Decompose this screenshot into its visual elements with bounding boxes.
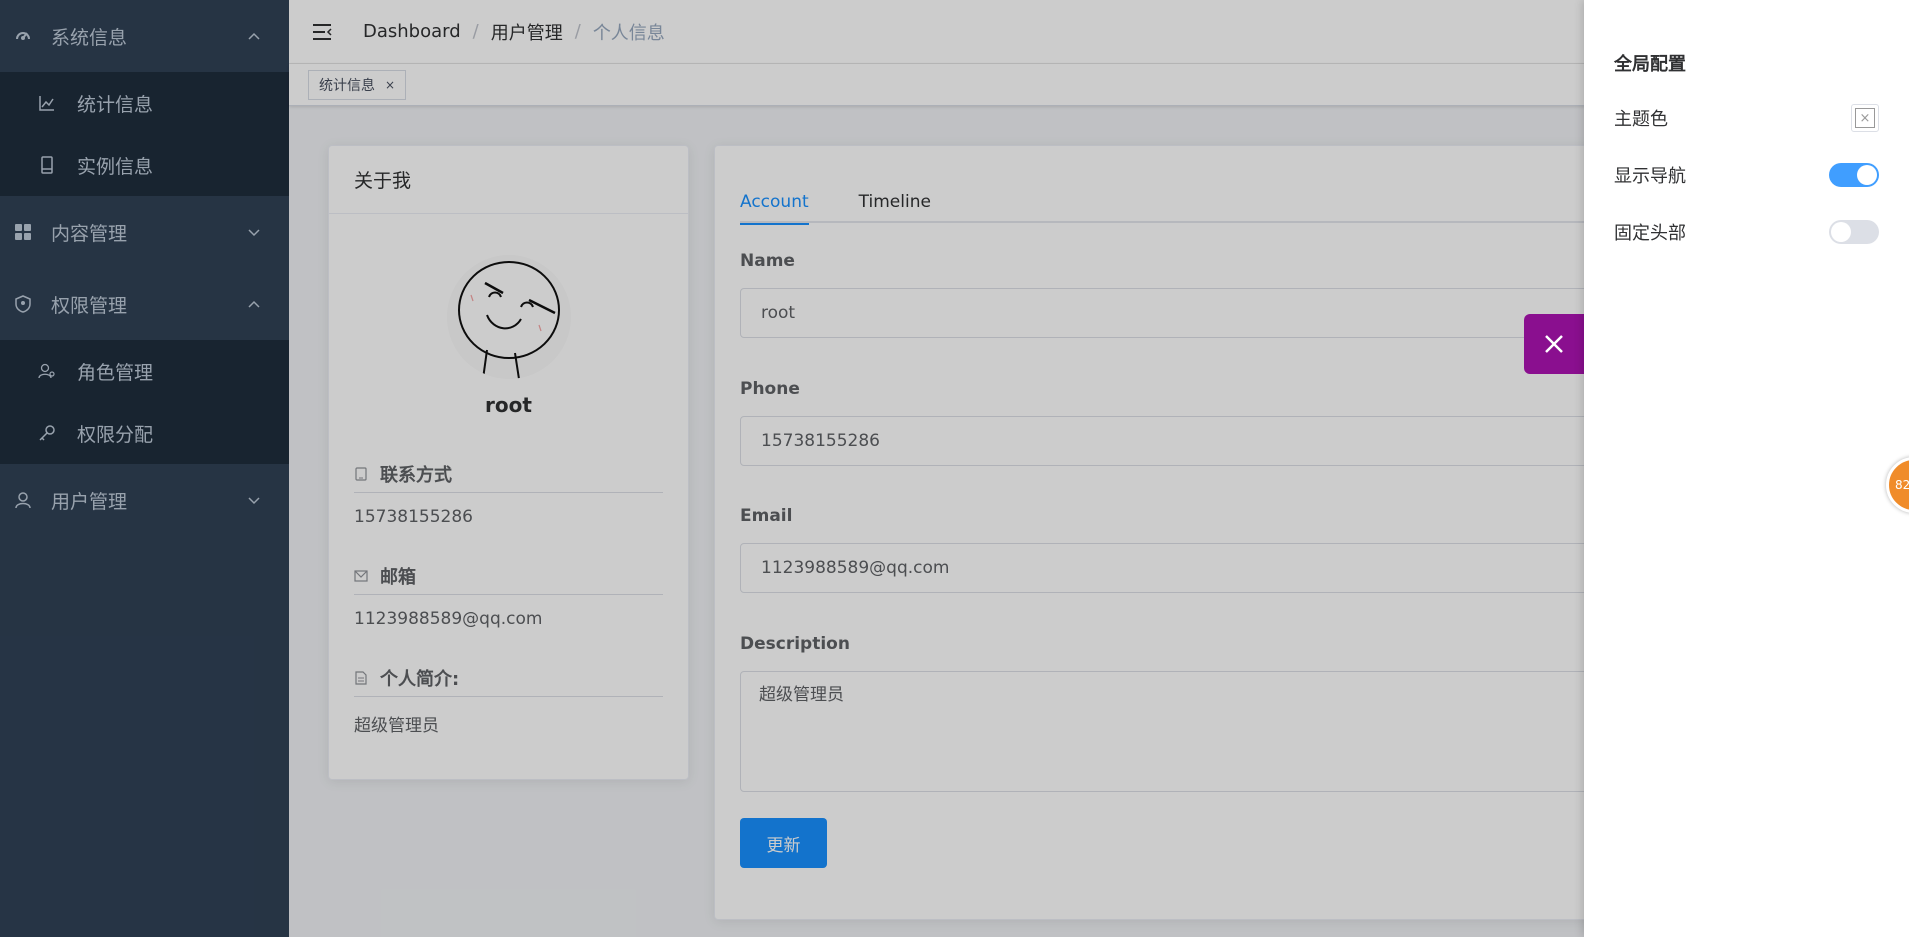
toggle-knob [1831, 222, 1851, 242]
theme-color-label: 主题色 [1614, 109, 1668, 130]
toggle-knob [1857, 165, 1877, 185]
fixed-header-toggle[interactable] [1829, 220, 1879, 244]
setting-show-nav: 显示导航 [1614, 160, 1879, 190]
settings-drawer: 全局配置 主题色 × 显示导航 固定头部 [1584, 0, 1909, 937]
drawer-close-button[interactable] [1524, 314, 1584, 374]
drawer-title: 全局配置 [1614, 54, 1686, 75]
fixed-header-label: 固定头部 [1614, 223, 1686, 244]
theme-color-picker[interactable]: × [1851, 104, 1879, 132]
show-nav-label: 显示导航 [1614, 166, 1686, 187]
setting-theme-color: 主题色 × [1614, 103, 1879, 133]
close-icon [1545, 335, 1563, 353]
close-icon: × [1855, 108, 1875, 128]
show-nav-toggle[interactable] [1829, 163, 1879, 187]
setting-fixed-header: 固定头部 [1614, 217, 1879, 247]
